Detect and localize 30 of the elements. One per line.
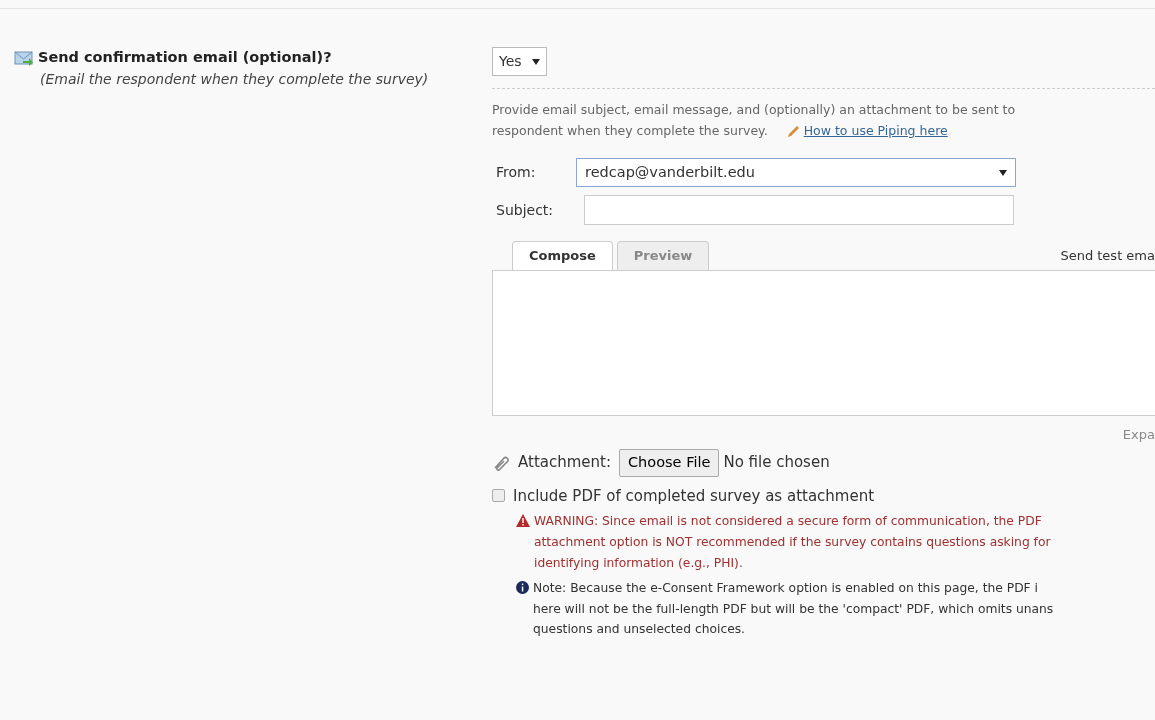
info-icon	[516, 580, 529, 594]
subject-label: Subject:	[496, 200, 555, 220]
warning-text-line: WARNING: Since email is not considered a secure form of communication, the PDF	[534, 513, 1043, 530]
paperclip-icon	[492, 454, 510, 471]
editor-tab[interactable]: Compose	[512, 241, 613, 270]
question-note: (Email the respondent when they complete the survey)	[40, 69, 430, 89]
dropdown-arrow-icon	[999, 169, 1007, 176]
dropdown-arrow-icon	[531, 58, 540, 65]
from-label: From:	[496, 162, 537, 182]
attachment-label: Attachment:	[518, 452, 611, 474]
include-pdf-label: Include PDF of completed survey as attachment	[513, 485, 875, 507]
warning-text-line: attachment option is NOT recommended if the survey contains questions asking for	[534, 533, 1051, 551]
message-editor[interactable]	[492, 269, 1155, 416]
warning-text-line: identifying information (e.g., PHI).	[534, 554, 744, 572]
instructions-text: Provide email subject, email message, and (optionally) an attachment to be sent to respondent when they complete the survey. How to use Piping here	[492, 101, 1017, 141]
question-title: Send confirmation email (optional)?	[38, 48, 332, 67]
warning-icon	[516, 514, 530, 527]
enable-select[interactable]: Yes	[492, 47, 547, 76]
choose-file-button[interactable]: Choose File	[619, 448, 720, 477]
send-test-email-link[interactable]: Send test ema	[1060, 246, 1155, 266]
file-status: No file chosen	[723, 452, 830, 474]
include-pdf-checkbox[interactable]	[492, 489, 505, 503]
note-text-line: questions and unselected choices.	[533, 621, 747, 639]
pencil-icon	[785, 124, 800, 139]
subject-field[interactable]	[584, 195, 1014, 226]
from-select[interactable]: redcap@vanderbilt.edu	[576, 157, 1016, 188]
note-text-line: Note: Because the e-Consent Framework option is enabled on this page, the PDF i	[533, 579, 1039, 597]
note-text-line: here will not be the full-length PDF but will be the 'compact' PDF, which omits unans	[533, 600, 1054, 618]
envelope-icon	[14, 49, 34, 66]
piping-link[interactable]: How to use Piping here	[803, 123, 948, 139]
